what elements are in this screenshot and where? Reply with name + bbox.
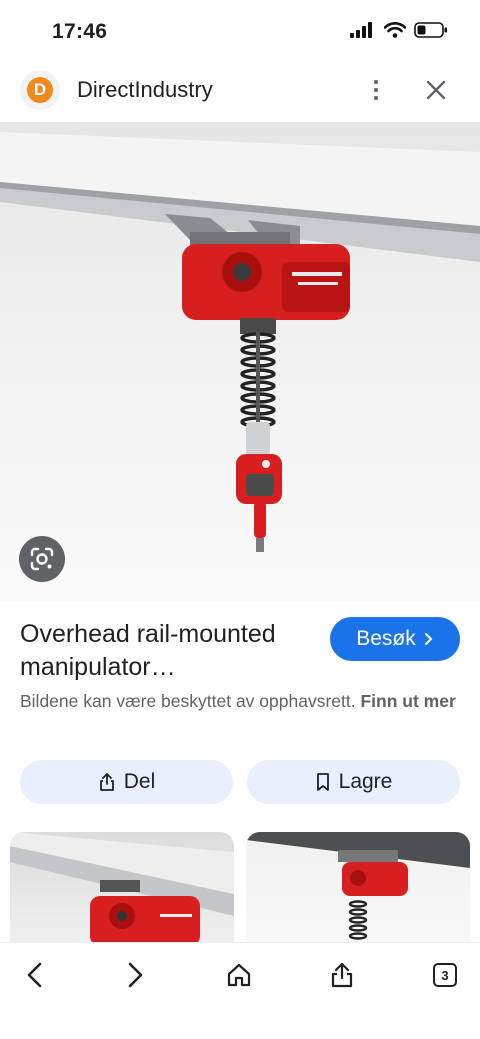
copyright-text: Bildene kan være beskyttet av opphavsret… [20,691,356,711]
home-button[interactable] [219,955,259,995]
chevron-right-icon [424,633,433,645]
result-title[interactable]: Overhead rail-mounted manipulator… [20,618,320,684]
related-image[interactable] [246,832,470,942]
close-icon[interactable] [420,74,452,106]
related-image[interactable] [10,832,234,942]
status-icons [350,22,448,38]
more-vert-icon[interactable] [362,74,390,106]
site-name[interactable]: DirectIndustry [77,77,213,103]
google-lens-button[interactable] [19,536,65,582]
site-logo[interactable]: D [20,70,60,110]
learn-more-link[interactable]: Finn ut mer [360,691,455,711]
battery-icon [414,22,447,38]
back-icon [27,962,42,988]
related-images [0,832,480,942]
action-row: Del Lagre [20,760,460,804]
share-button[interactable]: Del [20,760,233,804]
home-icon [227,963,251,987]
copyright-notice: Bildene kan være beskyttet av opphavsret… [20,688,465,714]
visit-button-label: Besøk [356,627,416,650]
viewer-header: D DirectIndustry [0,62,480,120]
tabs-icon: 3 [433,963,457,987]
save-button[interactable]: Lagre [247,760,460,804]
main-image[interactable] [0,122,480,602]
save-button-label: Lagre [338,770,393,793]
browser-toolbar: 3 [0,942,480,1039]
signal-icon [350,22,372,38]
visit-button[interactable]: Besøk [330,617,460,661]
manipulator-illustration [0,132,480,552]
related-image-illustration [10,832,234,942]
status-time: 17:46 [52,20,108,43]
wifi-icon [384,22,406,38]
site-logo-letter: D [27,77,53,103]
share-icon [99,773,114,791]
forward-icon [128,962,143,988]
tabs-button[interactable]: 3 [425,955,465,995]
status-bar: 17:46 [0,0,480,62]
google-lens-icon [30,547,54,571]
share-button-label: Del [123,770,156,793]
share-icon [331,962,353,988]
related-image-illustration [246,832,470,940]
bookmark-icon [316,773,329,791]
share-page-button[interactable] [322,955,362,995]
forward-button[interactable] [116,955,156,995]
back-button[interactable] [14,955,54,995]
